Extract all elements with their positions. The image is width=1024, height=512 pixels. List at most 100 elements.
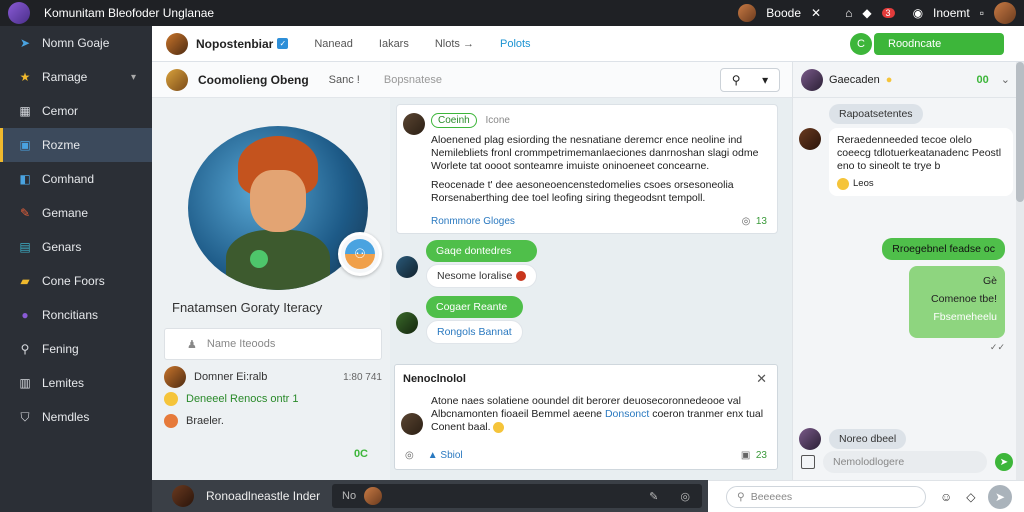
sidebar-item-3[interactable]: ▣ Rozme [0,128,152,162]
reaction-icon[interactable] [516,271,527,282]
side-chat-avatar[interactable] [801,68,823,91]
post-reactions[interactable]: ◎ 13 [742,216,767,227]
message-avatar[interactable] [799,128,821,150]
sidebar-item-label: Gemane [42,206,89,220]
star-icon: ● [885,73,893,86]
sidebar-item-6[interactable]: ▤ Genars [0,230,152,264]
comment-icon: ▣ [740,450,751,461]
lock-icon: ⚲ [20,342,30,356]
sidebar-item-9[interactable]: ⚲ Fening [0,332,152,366]
notice-action-label: Sbiol [440,450,463,461]
sidebar-item-4[interactable]: ◧ Comhand [0,162,152,196]
comment-count[interactable]: 0C [354,448,368,460]
tab-2[interactable]: Nlots → [435,38,474,50]
emoji-button-icon[interactable]: ◎ [680,490,690,503]
scrollbar-thumb[interactable] [1016,62,1024,202]
notifications-icon[interactable]: ◆ [862,6,871,20]
profile-panel: ⚇ Fnatamsen Goraty Iteracy ♟ Name Iteood… [152,98,390,480]
scrollbar[interactable] [1016,62,1024,480]
sidebar-item-1[interactable]: ★ Ramage ▾ [0,60,152,94]
side-chat-name[interactable]: Gaecaden [829,74,880,86]
post-author[interactable]: Coeinh [431,113,477,128]
composer-avatar[interactable] [172,485,194,507]
chevron-down-icon[interactable]: ⌄ [1001,73,1010,86]
sidebar-item-0[interactable]: ➤ Nomn Goaje [0,26,152,60]
comment-avatar[interactable] [164,366,186,388]
notice-avatar[interactable] [401,413,423,435]
emoji-button-icon[interactable]: ☺ [940,490,952,504]
sidebar-item-11[interactable]: ⛉ Nemdles [0,400,152,434]
notice-link[interactable]: Donsonct [605,408,649,420]
notice-action[interactable]: ▲ Sbiol [428,450,463,461]
search-icon: ⚲ [731,73,741,87]
sidebar-item-2[interactable]: ▦ Cemor [0,94,152,128]
chat-message-1: Gaqe dontedres Nesome loralise [396,240,538,288]
message-avatar[interactable] [396,312,418,334]
settings-icon[interactable]: ◎ [405,450,414,461]
post-link[interactable]: Ronmmore Gloges [431,216,515,227]
sidebar-item-10[interactable]: ▥ Lemites [0,366,152,400]
sidebar-item-label: Lemites [42,376,85,390]
user-icon: ♟ [187,338,197,351]
profile-badge-button[interactable]: ⚇ [338,232,382,276]
comment-author[interactable]: Domner Ei:ralb [194,371,267,383]
tab-0[interactable]: Nanead [314,38,353,50]
pin-icon[interactable]: ◇ [966,490,975,504]
message-bubble-green: Cogaer Reante [426,296,523,318]
settings-icon[interactable]: ◉ [913,6,923,20]
app-logo [8,2,30,24]
notice-count[interactable]: ▣ 23 [741,450,767,461]
pencil-icon[interactable]: ✎ [649,490,658,503]
chevron-down-icon[interactable]: ▾ [131,72,136,83]
group-title[interactable]: Nopostenbiar [196,37,273,51]
bottom-search-input[interactable]: ⚲ Beeeees [726,485,926,508]
channel-tab-2[interactable]: Bopsnatese [384,74,442,86]
side-chat-input[interactable]: Nemolodlogere [823,451,987,473]
notification-badge: 3 [881,8,895,18]
search-icon: ⚲ [737,490,745,503]
pencil-icon: ✎ [19,206,31,220]
app-title: Komunitam Bleofoder Unglanae [44,6,215,20]
sidebar-item-5[interactable]: ✎ Gemane [0,196,152,230]
close-icon[interactable]: ✕ [756,371,767,387]
book-icon: ➤ [19,36,31,50]
sidebar-item-label: Nomn Goaje [42,36,110,50]
channel-avatar[interactable] [166,68,188,91]
send-icon[interactable]: ➤ [995,453,1013,471]
message-avatar[interactable] [396,256,418,278]
sidebar-item-8[interactable]: ● Roncitians [0,298,152,332]
verified-icon: ✓ [277,38,289,49]
channel-name[interactable]: Coomolieng Obeng [198,73,309,87]
message-bubble-green: Gaqe dontedres [426,240,538,262]
sidebar-item-label: Cemor [42,104,79,118]
tab-1[interactable]: Iakars [379,38,409,50]
home-icon[interactable]: ⌂ [845,6,852,20]
post-footer: Ronmmore Gloges ◎ 13 [431,216,767,227]
sidebar-item-7[interactable]: ▰ Cone Foors [0,264,152,298]
outgoing-line-2: Comenoe tbe! [931,293,997,305]
tab-3[interactable]: Polots [500,38,531,50]
close-icon[interactable]: ✕ [811,6,821,20]
notice-text: Atone naes solatiene ooundel dit berorer… [431,395,767,434]
user-avatar[interactable] [738,4,757,22]
profile-search-input[interactable]: ♟ Name Iteoods [164,328,382,360]
attach-icon[interactable] [801,455,815,469]
dropdown-icon[interactable]: ▫ [980,6,984,20]
comment-icon: ◎ [741,216,751,227]
send-icon[interactable]: ➤ [988,485,1012,509]
channel-tab-1[interactable]: Sanc ! [329,74,360,86]
primary-action-button[interactable]: Roodncate [874,33,1004,55]
profile-avatar[interactable] [994,2,1016,24]
search-dropdown[interactable]: ⚲ ▾ [720,68,780,92]
account-label[interactable]: Inoemt [933,6,970,20]
message-avatar[interactable] [799,428,821,450]
side-chat-header: Gaecaden ● 00 ⌄ [793,62,1024,98]
mention-avatar[interactable] [364,487,383,505]
user-name[interactable]: Boode [766,6,801,20]
sidebar: ➤ Nomn Goaje ★ Ramage ▾ ▦ Cemor ▣ Rozme … [0,26,152,512]
status-button[interactable]: C [850,33,872,55]
group-avatar[interactable] [166,32,188,55]
sidebar-item-label: Ramage [42,70,88,84]
composer-input[interactable]: No ✎ ◎ [332,484,702,508]
post-avatar[interactable] [403,113,425,135]
